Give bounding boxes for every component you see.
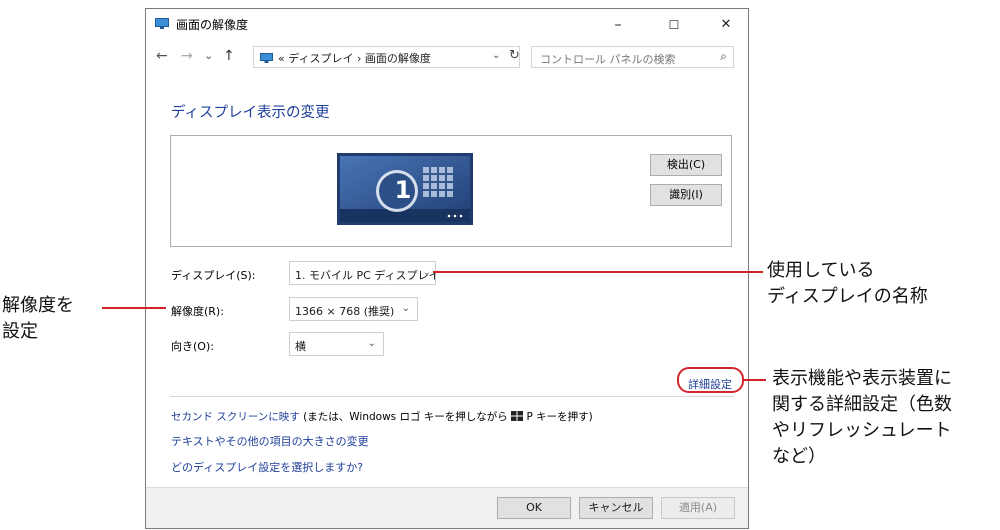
back-arrow-icon[interactable]: ← — [156, 48, 168, 64]
identify-button[interactable]: 識別(I) — [650, 184, 722, 206]
callout-line — [744, 379, 766, 381]
second-screen-note: (または、Windows ロゴ キーを押しながら — [303, 411, 508, 423]
annotation-display-name: 使用している ディスプレイの名称 — [767, 258, 928, 310]
display-select[interactable]: 1. モバイル PC ディスプレイ ⌄ — [289, 261, 440, 285]
recent-locations-icon[interactable]: ⌄ — [204, 49, 213, 62]
resolution-window: 画面の解像度 – ☐ ✕ ← → ⌄ ↑ « ディスプレイ › 画面の解像度 ⌄… — [145, 8, 749, 529]
search-placeholder: コントロール パネルの検索 — [540, 53, 676, 66]
dialog-footer: OK キャンセル 適用(A) — [146, 487, 748, 528]
monitor-number: 1 — [394, 176, 412, 204]
annotation-text: 関する詳細設定（色数 — [772, 394, 952, 415]
annotation-advanced: 表示機能や表示装置に 関する詳細設定（色数 やリフレッシュレート など） — [772, 366, 952, 470]
page-title: ディスプレイ表示の変更 — [171, 105, 330, 121]
orientation-value: 横 — [295, 340, 306, 353]
annotation-text: 設定 — [2, 321, 38, 342]
minimize-button[interactable]: – — [596, 11, 640, 39]
close-button[interactable]: ✕ — [704, 11, 748, 39]
annotation-text: ディスプレイの名称 — [767, 286, 928, 307]
chevron-down-icon: ⌄ — [422, 267, 431, 278]
forward-arrow-icon[interactable]: → — [181, 48, 193, 64]
window-title: 画面の解像度 — [176, 18, 249, 32]
maximize-button[interactable]: ☐ — [652, 11, 696, 39]
up-arrow-icon[interactable]: ↑ — [223, 48, 235, 64]
orientation-label: 向き(O): — [171, 340, 214, 353]
ok-button[interactable]: OK — [497, 497, 571, 519]
display-value: 1. モバイル PC ディスプレイ — [295, 269, 440, 282]
refresh-icon[interactable]: ↻ — [509, 48, 520, 63]
address-bar[interactable]: « ディスプレイ › 画面の解像度 ⌄ ↻ — [253, 46, 520, 68]
display-icon — [260, 53, 273, 63]
annotation-text: やリフレッシュレート — [772, 420, 952, 441]
display-label: ディスプレイ(S): — [171, 269, 256, 282]
search-icon[interactable]: ⌕ — [720, 49, 727, 64]
divider — [170, 396, 734, 397]
apply-button[interactable]: 適用(A) — [661, 497, 735, 519]
search-input[interactable]: コントロール パネルの検索 ⌕ — [531, 46, 734, 68]
resolution-value: 1366 × 768 (推奨) — [295, 305, 395, 318]
chevron-down-icon: ⌄ — [367, 338, 376, 349]
chevron-down-icon[interactable]: ⌄ — [492, 50, 500, 61]
annotation-text: 表示機能や表示装置に — [772, 368, 952, 389]
cancel-button[interactable]: キャンセル — [579, 497, 653, 519]
title-bar: 画面の解像度 – ☐ ✕ — [146, 9, 748, 41]
second-screen-row: セカンド スクリーンに映す (または、Windows ロゴ キーを押しながら P… — [171, 409, 593, 424]
address-row: ← → ⌄ ↑ « ディスプレイ › 画面の解像度 ⌄ ↻ コントロール パネル… — [146, 45, 748, 71]
callout-highlight — [677, 367, 744, 393]
resolution-select[interactable]: 1366 × 768 (推奨) ⌄ — [289, 297, 418, 321]
detect-button[interactable]: 検出(C) — [650, 154, 722, 176]
breadcrumb[interactable]: « ディスプレイ › 画面の解像度 — [278, 50, 431, 66]
orientation-select[interactable]: 横 ⌄ — [289, 332, 384, 356]
resolution-label: 解像度(R): — [171, 305, 224, 318]
callout-line — [102, 307, 166, 309]
which-settings-link[interactable]: どのディスプレイ設定を選択しますか? — [171, 459, 363, 475]
display-preview: 1 検出(C) 識別(I) — [170, 135, 732, 247]
annotation-text: 解像度を — [2, 295, 74, 316]
callout-line — [433, 271, 763, 273]
chevron-down-icon: ⌄ — [401, 303, 410, 314]
windows-logo-icon — [511, 411, 524, 421]
annotation-text: 使用している — [767, 260, 875, 281]
second-screen-note-tail: P キーを押す) — [526, 411, 593, 423]
text-size-link[interactable]: テキストやその他の項目の大きさの変更 — [171, 433, 369, 449]
annotation-text: など） — [772, 446, 826, 467]
display-icon — [155, 18, 169, 29]
annotation-resolution: 解像度を 設定 — [2, 293, 74, 345]
second-screen-link[interactable]: セカンド スクリーンに映す — [171, 411, 300, 423]
